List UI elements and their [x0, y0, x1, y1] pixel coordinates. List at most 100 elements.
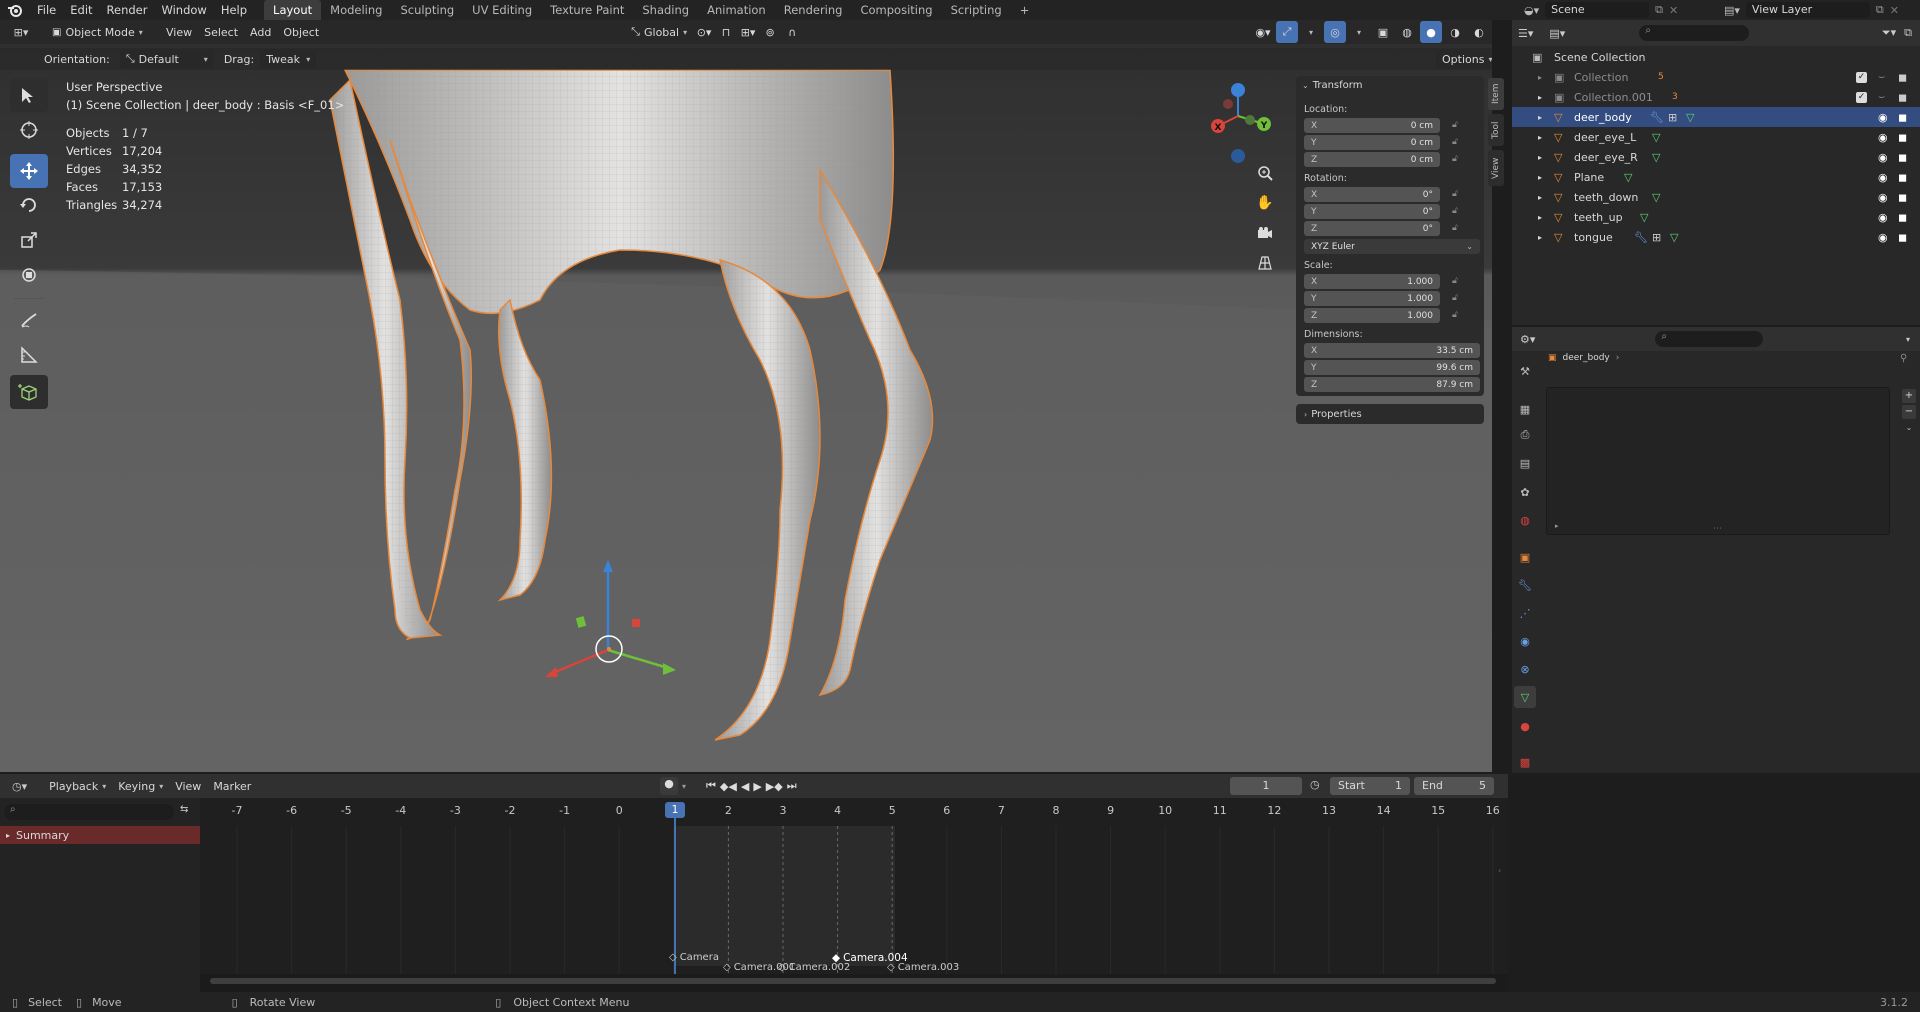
- render-camera-icon[interactable]: ◼: [1898, 71, 1907, 84]
- falloff-icon[interactable]: ∩: [781, 21, 803, 43]
- scene-name-field[interactable]: Scene: [1545, 2, 1650, 18]
- timeline-search-input[interactable]: ⌕: [4, 804, 174, 820]
- camera-view-icon[interactable]: [1254, 222, 1276, 244]
- physics-tab-icon[interactable]: ◉: [1514, 630, 1536, 652]
- add-icon[interactable]: +: [1902, 389, 1916, 403]
- transform-panel-title[interactable]: Transform: [1313, 80, 1363, 91]
- frame-end-field[interactable]: End 5: [1414, 777, 1494, 795]
- tool-tab-icon[interactable]: ⚒: [1514, 360, 1536, 382]
- texture-tab-icon[interactable]: ▩: [1514, 751, 1536, 773]
- outliner-row-teeth-up[interactable]: ▸ ▽ teeth_up ▽ ◉ ◼: [1512, 207, 1920, 227]
- timeline-editor-icon[interactable]: ◷▾: [12, 780, 27, 793]
- select-menu[interactable]: Select: [198, 22, 244, 42]
- lock-icon[interactable]: 🔓︎: [1452, 206, 1458, 216]
- keying-dropdown-icon[interactable]: ▾: [682, 782, 686, 791]
- rotation-y-field[interactable]: Y 0°: [1304, 204, 1440, 219]
- hide-eye-icon[interactable]: ◉: [1878, 111, 1888, 124]
- scene-tab-icon[interactable]: ✿: [1514, 481, 1536, 503]
- mode-dropdown[interactable]: ▣ Object Mode ▾: [46, 22, 150, 42]
- swap-arrows-icon[interactable]: ⇆: [180, 804, 188, 815]
- rotation-z-field[interactable]: Z 0°: [1304, 221, 1440, 236]
- workspace-tab-animation[interactable]: Animation: [698, 0, 775, 20]
- camera-marker[interactable]: ◇ Camera: [669, 952, 719, 963]
- current-frame-indicator[interactable]: 1: [665, 802, 685, 818]
- summary-channel[interactable]: ▸ Summary: [0, 826, 200, 844]
- lock-icon[interactable]: 🔓︎: [1452, 223, 1458, 233]
- render-camera-icon[interactable]: ◼: [1898, 231, 1907, 244]
- render-camera-icon[interactable]: ◼: [1898, 91, 1907, 104]
- lock-icon[interactable]: 🔓︎: [1452, 276, 1458, 286]
- gizmo-toggle-icon[interactable]: ⤢: [1276, 21, 1298, 43]
- sidebar-tab-item[interactable]: Item: [1488, 78, 1504, 110]
- outliner-row-collection-001[interactable]: ▸ ▣ Collection.001 3 ✓ ⌣ ◼: [1512, 87, 1920, 107]
- snap-icon[interactable]: ⊓: [715, 21, 737, 43]
- hide-eye-icon[interactable]: ◉: [1878, 231, 1888, 244]
- solid-shading-icon[interactable]: ●: [1420, 21, 1442, 43]
- workspace-tab-compositing[interactable]: Compositing: [851, 0, 941, 20]
- workspace-tab-uv-editing[interactable]: UV Editing: [463, 0, 541, 20]
- workspace-tab-texture-paint[interactable]: Texture Paint: [541, 0, 633, 20]
- location-z-field[interactable]: Z 0 cm: [1304, 152, 1440, 167]
- render-camera-icon[interactable]: ◼: [1898, 131, 1907, 144]
- overlay-toggle-icon[interactable]: ◎: [1324, 21, 1346, 43]
- transform-orientation-dropdown[interactable]: ⤡ Global ▾: [625, 22, 693, 42]
- panel-collapse-icon[interactable]: ⌄: [1302, 81, 1309, 90]
- blender-logo-icon[interactable]: [0, 3, 30, 17]
- specials-dropdown-icon[interactable]: ⌄: [1902, 421, 1916, 435]
- view-layer-field[interactable]: View Layer: [1745, 2, 1870, 18]
- expand-arrow-icon[interactable]: ▸: [1538, 213, 1542, 222]
- menu-edit[interactable]: Edit: [63, 3, 99, 17]
- lock-icon[interactable]: 🔓︎: [1452, 120, 1458, 130]
- rendered-shading-icon[interactable]: ◐: [1468, 21, 1490, 43]
- editor-type-icon[interactable]: ⊞▾: [10, 21, 32, 43]
- overlay-dropdown-icon[interactable]: ▾: [1348, 21, 1370, 43]
- orientation-dropdown[interactable]: ⤡ Default ▾: [119, 49, 214, 69]
- workspace-tab-layout[interactable]: Layout: [264, 0, 322, 20]
- render-camera-icon[interactable]: ◼: [1898, 171, 1907, 184]
- menu-file[interactable]: File: [30, 3, 63, 17]
- world-tab-icon[interactable]: ◍: [1514, 509, 1536, 531]
- perspective-grid-icon[interactable]: [1254, 252, 1276, 274]
- expand-arrow-icon[interactable]: ▸: [1538, 173, 1542, 182]
- menu-help[interactable]: Help: [214, 3, 254, 17]
- properties-search-input[interactable]: ⌕: [1655, 331, 1764, 347]
- mesh-data-tab-icon[interactable]: ▽: [1514, 686, 1536, 708]
- pivot-icon[interactable]: ⊙▾: [693, 21, 715, 43]
- options-dropdown[interactable]: Options ▾: [1436, 49, 1492, 69]
- dimensions-y-field[interactable]: Y 99.6 cm: [1304, 360, 1480, 375]
- particles-tab-icon[interactable]: ⋰: [1514, 602, 1536, 624]
- properties-editor-icon[interactable]: ⚙▾: [1520, 333, 1535, 346]
- annotate-tool[interactable]: [10, 303, 48, 337]
- expand-arrow-icon[interactable]: ▸: [6, 831, 10, 840]
- snap-target-icon[interactable]: ⊞▾: [737, 21, 759, 43]
- horizontal-scrollbar[interactable]: [210, 978, 1496, 984]
- transform-tool[interactable]: [10, 258, 48, 292]
- modifier-tab-icon[interactable]: 🔧︎: [1514, 574, 1536, 596]
- expand-arrow-icon[interactable]: ▸: [1538, 193, 1542, 202]
- wireframe-shading-icon[interactable]: ◍: [1396, 21, 1418, 43]
- render-camera-icon[interactable]: ◼: [1898, 111, 1907, 124]
- material-shading-icon[interactable]: ◑: [1444, 21, 1466, 43]
- gizmo-dropdown-icon[interactable]: ▾: [1300, 21, 1322, 43]
- output-tab-icon[interactable]: ⎙: [1514, 424, 1536, 446]
- new-scene-icon[interactable]: ⧉: [1655, 3, 1663, 17]
- sidebar-tab-tool[interactable]: Tool: [1488, 114, 1504, 146]
- shape-keys-list[interactable]: ⋯ ▸: [1546, 387, 1890, 535]
- view-menu[interactable]: View: [160, 22, 198, 42]
- marker-menu[interactable]: Marker: [207, 776, 257, 796]
- dimensions-z-field[interactable]: Z 87.9 cm: [1304, 377, 1480, 392]
- render-tab-icon[interactable]: ▦: [1514, 398, 1536, 420]
- hide-eye-icon[interactable]: ◉: [1878, 211, 1888, 224]
- expand-arrow-icon[interactable]: ▸: [1538, 73, 1542, 82]
- list-resize-handle[interactable]: ⋯: [1713, 524, 1722, 534]
- render-camera-icon[interactable]: ◼: [1898, 191, 1907, 204]
- display-mode-icon[interactable]: ▤▾: [1549, 27, 1565, 40]
- hide-eye-icon[interactable]: ⌣: [1878, 90, 1885, 104]
- render-camera-icon[interactable]: ◼: [1898, 211, 1907, 224]
- jump-prev-keyframe-icon[interactable]: ◆◀: [720, 780, 737, 793]
- add-cube-tool[interactable]: [10, 375, 48, 409]
- expand-arrow-icon[interactable]: ▸: [1538, 113, 1542, 122]
- workspace-tab-shading[interactable]: Shading: [633, 0, 698, 20]
- hide-eye-icon[interactable]: ◉: [1878, 171, 1888, 184]
- expand-arrow-icon[interactable]: ▸: [1538, 153, 1542, 162]
